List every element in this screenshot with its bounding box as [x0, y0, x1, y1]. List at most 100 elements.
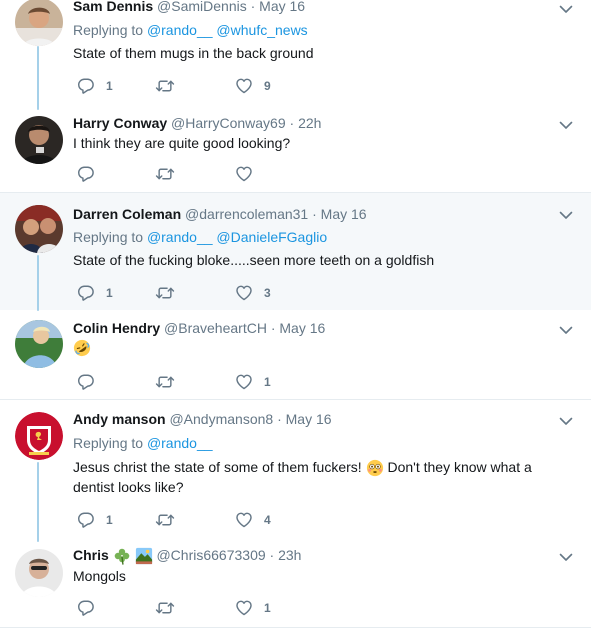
- user-handle[interactable]: @Chris66673309: [156, 547, 265, 563]
- retweet-button[interactable]: [155, 510, 175, 530]
- reply-button[interactable]: 1: [77, 283, 113, 303]
- user-handle[interactable]: @Andymanson8: [169, 411, 273, 427]
- like-count: 1: [264, 375, 271, 389]
- tweet-actions: 1 3: [73, 283, 313, 303]
- chevron-down-icon[interactable]: [559, 323, 573, 337]
- tweet-text: State of the fucking bloke.....seen more…: [73, 252, 435, 268]
- tweet-text: State of them mugs in the back ground: [73, 45, 314, 61]
- retweet-icon: [155, 77, 175, 95]
- tweet-item[interactable]: Andy manson @Andymanson8 · May 16 Replyi…: [0, 400, 591, 542]
- display-name[interactable]: Harry Conway: [73, 115, 167, 131]
- like-button[interactable]: 1: [235, 598, 271, 618]
- tweet-text: I think they are quite good looking?: [73, 135, 291, 151]
- avatar[interactable]: [15, 0, 63, 46]
- tweet-actions: [73, 164, 313, 184]
- chevron-down-icon[interactable]: [559, 414, 573, 428]
- retweet-button[interactable]: [155, 76, 175, 96]
- display-name[interactable]: Chris: [73, 547, 109, 563]
- reply-icon: [77, 599, 95, 617]
- timestamp[interactable]: 22h: [298, 115, 321, 131]
- user-handle[interactable]: @darrencoleman31: [185, 206, 308, 222]
- chevron-down-icon[interactable]: [559, 2, 573, 16]
- heart-icon: [235, 284, 253, 302]
- timestamp[interactable]: May 16: [279, 320, 325, 336]
- national-park-emoji: [135, 548, 152, 565]
- user-handle[interactable]: @BraveheartCH: [164, 320, 267, 336]
- separator-dot: ·: [277, 411, 282, 427]
- thread-line: [37, 46, 39, 110]
- tweet-text: Mongols: [73, 568, 126, 584]
- mention-link[interactable]: @whufc_news: [216, 22, 307, 38]
- tweet-header: Chris @Chris66673309 · 23h: [73, 546, 301, 566]
- reply-button[interactable]: [77, 598, 95, 618]
- display-name[interactable]: Colin Hendry: [73, 320, 160, 336]
- heart-icon: [235, 599, 253, 617]
- chevron-down-icon[interactable]: [559, 550, 573, 564]
- replying-to: Replying to @rando__ @DanieleFGaglio: [73, 228, 327, 246]
- mention-link[interactable]: @DanieleFGaglio: [216, 229, 327, 245]
- reply-button[interactable]: [77, 164, 95, 184]
- tweet-item[interactable]: Sam Dennis @SamiDennis · May 16 Replying…: [0, 0, 591, 110]
- display-name[interactable]: Andy manson: [73, 411, 166, 427]
- heart-icon: [235, 373, 253, 391]
- replying-to-label: Replying to: [73, 229, 144, 245]
- thread-line: [37, 462, 39, 542]
- tweet-actions: 1: [73, 598, 313, 618]
- retweet-icon: [155, 511, 175, 529]
- retweet-button[interactable]: [155, 283, 175, 303]
- retweet-button[interactable]: [155, 164, 175, 184]
- mention-link[interactable]: @rando__: [147, 229, 213, 245]
- reply-count: 1: [106, 513, 113, 527]
- tweet-item[interactable]: Colin Hendry @BraveheartCH · May 16 1: [0, 310, 591, 399]
- mention-link[interactable]: @rando__: [147, 435, 213, 451]
- display-name[interactable]: Sam Dennis: [73, 0, 153, 14]
- retweet-icon: [155, 165, 175, 183]
- reply-count: 1: [106, 79, 113, 93]
- reply-icon: [77, 511, 95, 529]
- like-button[interactable]: 4: [235, 510, 271, 530]
- tweet-text: [73, 337, 573, 357]
- like-button[interactable]: 9: [235, 76, 271, 96]
- avatar[interactable]: [15, 116, 63, 164]
- reply-button[interactable]: 1: [77, 510, 113, 530]
- retweet-button[interactable]: [155, 598, 175, 618]
- tweet-item[interactable]: Harry Conway @HarryConway69 · 22h I thin…: [0, 106, 591, 192]
- user-handle[interactable]: @HarryConway69: [171, 115, 286, 131]
- avatar[interactable]: [15, 549, 63, 597]
- tweet-text-part: dentist looks like?: [73, 479, 184, 496]
- flushed-face-emoji: [366, 460, 383, 477]
- tweet-actions: 1: [73, 372, 313, 392]
- display-name[interactable]: Darren Coleman: [73, 206, 181, 222]
- rolling-on-floor-laughing-emoji: [73, 340, 91, 357]
- timestamp[interactable]: May 16: [286, 411, 332, 427]
- retweet-button[interactable]: [155, 372, 175, 392]
- retweet-icon: [155, 284, 175, 302]
- chevron-down-icon[interactable]: [559, 118, 573, 132]
- tweet-actions: 1 4: [73, 510, 313, 530]
- like-button[interactable]: 1: [235, 372, 271, 392]
- avatar[interactable]: [15, 320, 63, 368]
- reply-icon: [77, 77, 95, 95]
- tweet-item[interactable]: Chris @Chris66673309 · 23h Mongols 1: [0, 538, 591, 632]
- like-button[interactable]: 3: [235, 283, 271, 303]
- reply-icon: [77, 165, 95, 183]
- like-count: 1: [264, 601, 271, 615]
- like-count: 3: [264, 286, 271, 300]
- avatar[interactable]: [15, 205, 63, 253]
- tweet-header: Harry Conway @HarryConway69 · 22h: [73, 114, 321, 132]
- timestamp[interactable]: May 16: [321, 206, 367, 222]
- like-button[interactable]: [235, 164, 253, 184]
- tweet-text: Jesus christ the state of some of them f…: [73, 457, 573, 497]
- reply-button[interactable]: 1: [77, 76, 113, 96]
- mention-link[interactable]: @rando__: [147, 22, 213, 38]
- reply-button[interactable]: [77, 372, 95, 392]
- timestamp[interactable]: 23h: [278, 547, 301, 563]
- timestamp[interactable]: May 16: [259, 0, 305, 14]
- chevron-down-icon[interactable]: [559, 208, 573, 222]
- tweet-item[interactable]: Darren Coleman @darrencoleman31 · May 16…: [0, 193, 591, 311]
- retweet-icon: [155, 373, 175, 391]
- user-handle[interactable]: @SamiDennis: [157, 0, 247, 14]
- tweet-header: Sam Dennis @SamiDennis · May 16: [73, 0, 305, 15]
- avatar[interactable]: [15, 412, 63, 460]
- separator-dot: ·: [289, 115, 295, 131]
